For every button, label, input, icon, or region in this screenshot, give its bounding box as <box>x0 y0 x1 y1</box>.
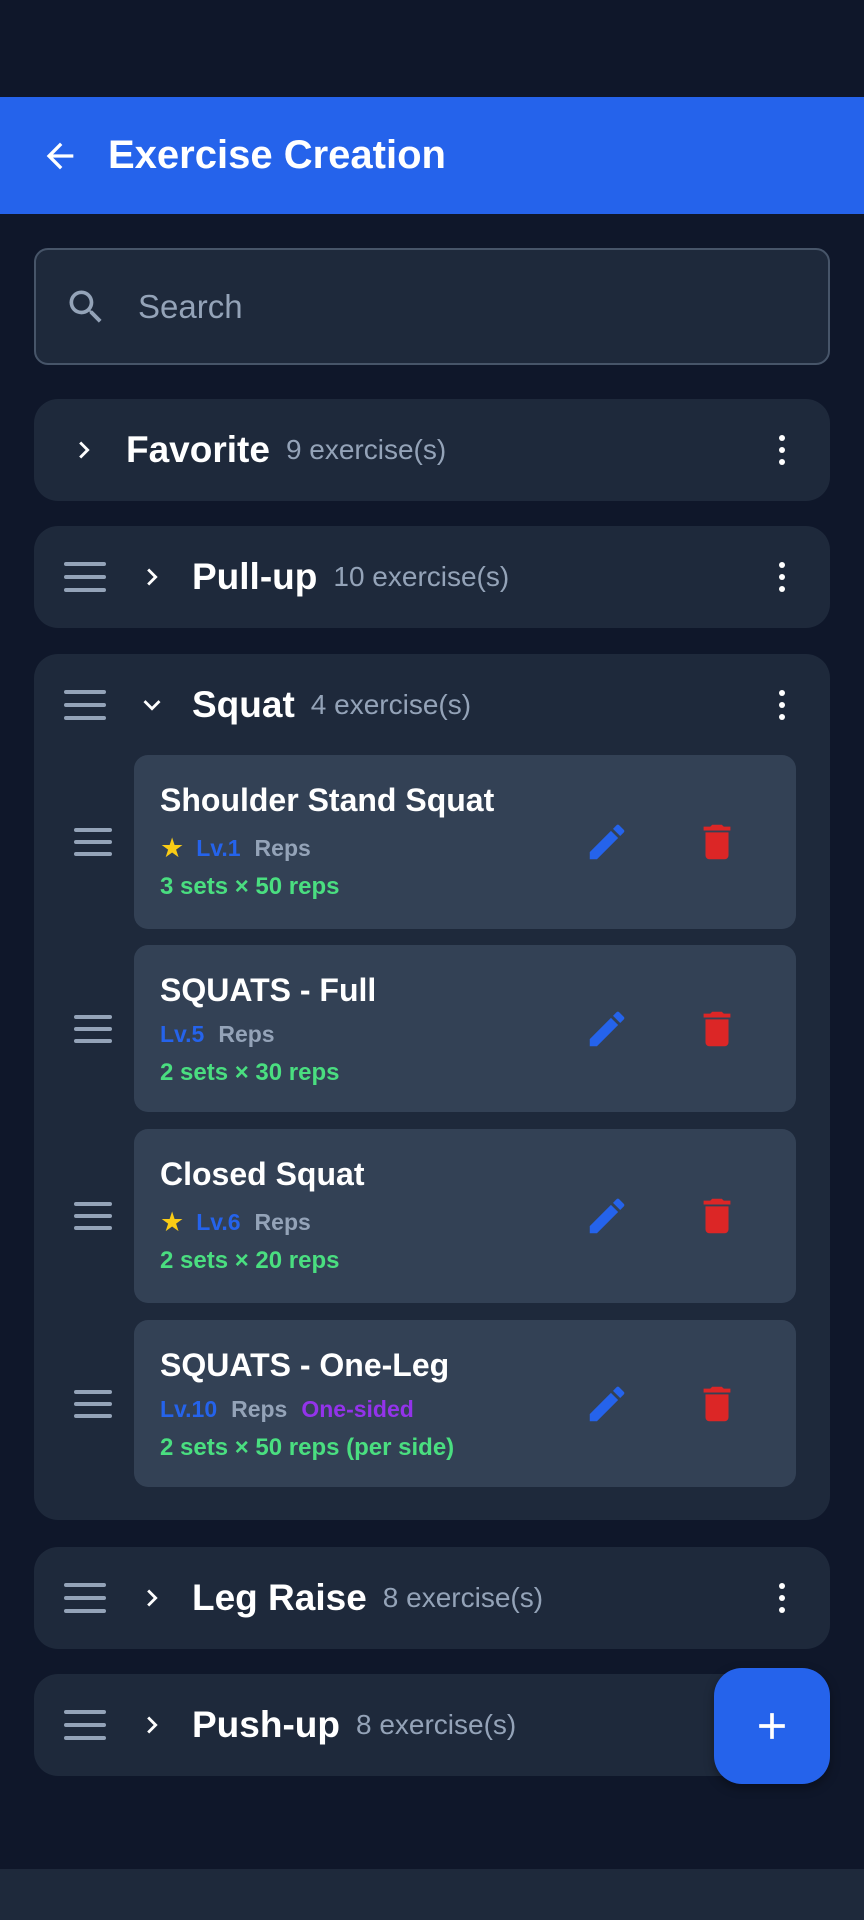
category-count: 8 exercise(s) <box>382 1582 544 1613</box>
drag-handle-icon[interactable] <box>64 1710 106 1740</box>
category-count: 8 exercise(s) <box>355 1709 517 1740</box>
exercise-tags: Lv.5 Reps <box>160 1021 289 1048</box>
category-header-push-up[interactable]: Push-up 8 exercise(s) <box>34 1674 830 1776</box>
kebab-icon[interactable] <box>776 435 788 465</box>
add-exercise-button[interactable] <box>714 1668 830 1784</box>
exercise-card[interactable]: SQUATS - One-Leg Lv.10 Reps One-sided 2 … <box>134 1320 796 1487</box>
delete-button[interactable] <box>692 817 742 867</box>
search-input[interactable] <box>138 287 738 326</box>
arrow-left-icon <box>46 142 74 169</box>
edit-button[interactable] <box>582 817 632 867</box>
category-count: 10 exercise(s) <box>333 561 510 592</box>
trash-icon <box>703 824 731 860</box>
exercise-tags: ★ Lv.6 Reps <box>160 1207 325 1238</box>
sets-summary: 2 sets × 50 reps (per side) <box>160 1434 455 1461</box>
star-icon: ★ <box>160 833 185 863</box>
type-badge: Reps <box>254 835 311 861</box>
level-badge: Lv.1 <box>196 835 241 861</box>
list-item: SQUATS - Full Lv.5 Reps 2 sets × 30 reps <box>34 945 830 1112</box>
exercise-tags: ★ Lv.1 Reps <box>160 833 325 864</box>
category-count: 9 exercise(s) <box>285 434 447 465</box>
level-badge: Lv.6 <box>196 1209 241 1235</box>
category-header-pull-up[interactable]: Pull-up 10 exercise(s) <box>34 526 830 628</box>
edit-button[interactable] <box>582 1379 632 1429</box>
drag-handle-icon[interactable] <box>64 690 106 720</box>
type-badge: Reps <box>231 1396 288 1422</box>
star-icon: ★ <box>160 1207 185 1237</box>
drag-handle-icon[interactable] <box>74 1202 112 1230</box>
exercise-name: Shoulder Stand Squat <box>160 782 495 818</box>
delete-button[interactable] <box>692 1191 742 1241</box>
kebab-icon[interactable] <box>776 562 788 592</box>
list-item: SQUATS - One-Leg Lv.10 Reps One-sided 2 … <box>34 1320 830 1487</box>
category-card-leg-raise: Leg Raise 8 exercise(s) <box>34 1547 830 1649</box>
chevron-right-icon[interactable] <box>64 430 104 470</box>
app-bar: Exercise Creation <box>0 97 864 214</box>
category-name: Push-up <box>192 1704 340 1745</box>
exercise-card[interactable]: SQUATS - Full Lv.5 Reps 2 sets × 30 reps <box>134 945 796 1112</box>
status-bar <box>0 0 864 97</box>
drag-handle-icon[interactable] <box>64 562 106 592</box>
navigation-bar <box>0 1869 864 1920</box>
list-item: Closed Squat ★ Lv.6 Reps 2 sets × 20 rep… <box>34 1129 830 1303</box>
pencil-icon <box>589 1011 625 1047</box>
chevron-down-icon[interactable] <box>132 685 172 725</box>
category-card-push-up: Push-up 8 exercise(s) <box>34 1674 830 1776</box>
pencil-icon <box>589 824 625 860</box>
exercise-name: SQUATS - Full <box>160 972 377 1008</box>
back-button[interactable] <box>30 126 90 186</box>
search-icon <box>69 290 102 323</box>
type-badge: Reps <box>254 1209 311 1235</box>
chevron-right-icon[interactable] <box>132 1705 172 1745</box>
sets-summary: 2 sets × 20 reps <box>160 1247 340 1274</box>
category-header-leg-raise[interactable]: Leg Raise 8 exercise(s) <box>34 1547 830 1649</box>
pencil-icon <box>589 1198 625 1234</box>
drag-handle-icon[interactable] <box>74 1390 112 1418</box>
drag-handle-icon[interactable] <box>74 1015 112 1043</box>
drag-handle-icon[interactable] <box>64 1583 106 1613</box>
pencil-icon <box>589 1386 625 1422</box>
search-bar[interactable] <box>34 248 830 365</box>
sets-summary: 2 sets × 30 reps <box>160 1059 340 1086</box>
exercise-card[interactable]: Shoulder Stand Squat ★ Lv.1 Reps 3 sets … <box>134 755 796 929</box>
page-title: Exercise Creation <box>108 133 446 177</box>
category-count: 4 exercise(s) <box>310 689 472 720</box>
delete-button[interactable] <box>692 1379 742 1429</box>
level-badge: Lv.10 <box>160 1396 218 1422</box>
category-name: Leg Raise <box>192 1577 367 1618</box>
delete-button[interactable] <box>692 1004 742 1054</box>
category-card-favorite: Favorite 9 exercise(s) <box>34 399 830 501</box>
exercise-tags: Lv.10 Reps One-sided <box>160 1396 414 1423</box>
list-item: Shoulder Stand Squat ★ Lv.1 Reps 3 sets … <box>34 755 830 929</box>
category-name: Pull-up <box>192 556 318 597</box>
chevron-right-icon[interactable] <box>132 1578 172 1618</box>
category-name: Squat <box>192 684 295 725</box>
category-name: Favorite <box>126 429 270 470</box>
level-badge: Lv.5 <box>160 1021 205 1047</box>
exercise-card[interactable]: Closed Squat ★ Lv.6 Reps 2 sets × 20 rep… <box>134 1129 796 1303</box>
category-header-squat[interactable]: Squat 4 exercise(s) <box>34 654 830 756</box>
edit-button[interactable] <box>582 1004 632 1054</box>
plus-icon <box>759 1713 785 1739</box>
kebab-icon[interactable] <box>776 1583 788 1613</box>
category-header-favorite[interactable]: Favorite 9 exercise(s) <box>34 399 830 501</box>
trash-icon <box>703 1198 731 1234</box>
category-card-pull-up: Pull-up 10 exercise(s) <box>34 526 830 628</box>
trash-icon <box>703 1386 731 1422</box>
chevron-right-icon[interactable] <box>132 557 172 597</box>
category-card-squat: Squat 4 exercise(s) Shoulder Stand Squat… <box>34 654 830 1520</box>
trash-icon <box>703 1011 731 1047</box>
one-sided-badge: One-sided <box>301 1396 414 1422</box>
exercise-name: Closed Squat <box>160 1156 365 1192</box>
edit-button[interactable] <box>582 1191 632 1241</box>
sets-summary: 3 sets × 50 reps <box>160 873 340 900</box>
type-badge: Reps <box>218 1021 275 1047</box>
exercise-name: SQUATS - One-Leg <box>160 1347 450 1383</box>
kebab-icon[interactable] <box>776 690 788 720</box>
drag-handle-icon[interactable] <box>74 828 112 856</box>
